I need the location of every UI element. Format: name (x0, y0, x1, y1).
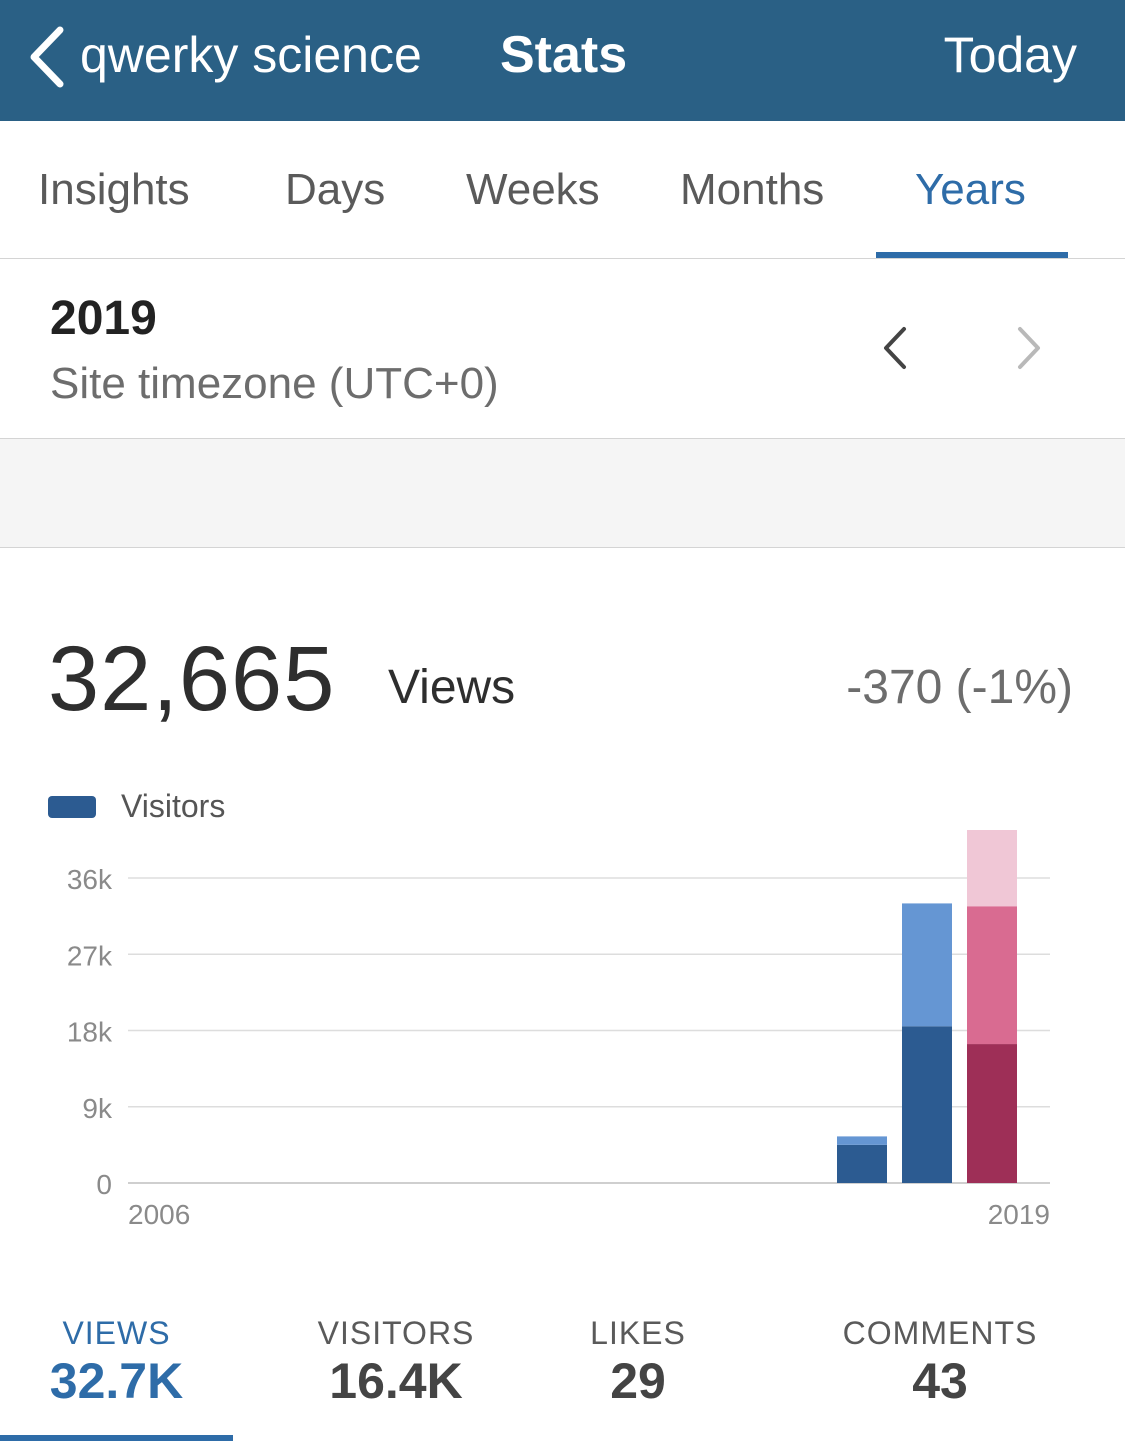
stat-tab-label: VIEWS (62, 1315, 171, 1351)
y-tick-label: 9k (82, 1093, 113, 1124)
back-button[interactable]: qwerky science (80, 24, 422, 86)
x-tick-label: 2019 (988, 1199, 1050, 1230)
stat-tab-likes[interactable]: LIKES 29 (540, 1295, 736, 1441)
back-chevron-icon[interactable] (24, 24, 70, 90)
stat-tab-label: COMMENTS (842, 1315, 1038, 1351)
chart-bar-segment (837, 1144, 887, 1183)
chart-bar-segment (967, 906, 1017, 1045)
y-tick-label: 36k (67, 864, 113, 895)
page-title: Stats (500, 26, 628, 84)
y-tick-label: 0 (96, 1169, 112, 1200)
next-period-chevron-icon[interactable] (1006, 323, 1050, 373)
views-change: -370 (-1%) (846, 661, 1073, 714)
active-stat-indicator (0, 1435, 233, 1441)
chart-svg: 0 9k 18k 27k 36k 2006 2019 (67, 830, 1050, 1230)
period-tabs: Insights Days Weeks Months Years (0, 121, 1125, 259)
stat-tab-label: VISITORS (317, 1315, 475, 1351)
today-button[interactable]: Today (944, 24, 1077, 86)
chart-bar-segment (967, 830, 1017, 907)
nav-bar: qwerky science Stats Today (0, 0, 1125, 121)
active-tab-indicator (876, 252, 1068, 258)
period-year: 2019 (50, 292, 157, 345)
tab-days[interactable]: Days (285, 121, 385, 258)
stat-tab-comments[interactable]: COMMENTS 43 (820, 1295, 1060, 1441)
previous-period-chevron-icon[interactable] (874, 323, 918, 373)
site-timezone: Site timezone (UTC+0) (50, 359, 499, 408)
stat-tab-value: 29 (610, 1353, 666, 1409)
views-chart: 0 9k 18k 27k 36k 2006 2019 (0, 820, 1125, 1240)
period-header: 2019 Site timezone (UTC+0) (0, 259, 1125, 439)
views-summary: 32,665 Views -370 (-1%) (0, 548, 1125, 748)
chart-bar-segment (967, 1044, 1017, 1183)
y-tick-label: 27k (67, 940, 113, 971)
stat-tab-value: 32.7K (49, 1353, 184, 1409)
stat-tab-label: LIKES (590, 1315, 686, 1351)
views-label: Views (388, 661, 516, 714)
chart-bar-segment (902, 1026, 952, 1183)
stat-tab-value: 16.4K (329, 1353, 463, 1409)
stat-tab-views[interactable]: VIEWS 32.7K (0, 1295, 233, 1441)
views-total: 32,665 (48, 628, 336, 730)
y-tick-label: 18k (67, 1017, 113, 1048)
stat-tabs: VIEWS 32.7K VISITORS 16.4K LIKES 29 COMM… (0, 1295, 1125, 1441)
tab-months[interactable]: Months (680, 121, 824, 258)
tab-years[interactable]: Years (915, 121, 1026, 258)
stat-tab-visitors[interactable]: VISITORS 16.4K (280, 1295, 512, 1441)
tab-insights[interactable]: Insights (38, 121, 190, 258)
x-tick-label: 2006 (128, 1199, 190, 1230)
chart-bar-segment (837, 1136, 887, 1145)
section-spacer (0, 439, 1125, 548)
stat-tab-value: 43 (912, 1353, 968, 1409)
tab-weeks[interactable]: Weeks (466, 121, 600, 258)
legend-swatch (48, 796, 96, 818)
chart-bar-segment (902, 903, 952, 1027)
